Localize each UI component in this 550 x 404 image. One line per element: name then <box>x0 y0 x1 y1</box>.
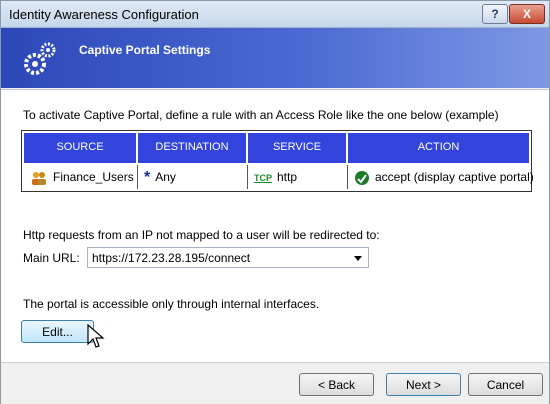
service-value: http <box>277 170 298 184</box>
portal-note: The portal is accessible only through in… <box>23 297 320 311</box>
action-value: accept (display captive portal) <box>375 170 534 184</box>
edit-button[interactable]: Edit... <box>21 320 94 343</box>
column-header-destination: DESTINATION <box>138 133 248 163</box>
rule-table: SOURCE DESTINATION SERVICE ACTION Financ… <box>21 130 534 192</box>
cancel-button[interactable]: Cancel <box>468 373 543 396</box>
help-button[interactable]: ? <box>482 4 508 24</box>
footer-bar: < Back Next > Cancel <box>1 362 549 404</box>
tcp-service-icon: TCP <box>254 172 272 183</box>
main-url-dropdown[interactable]: https://172.23.28.195/connect <box>87 247 369 268</box>
intro-text: To activate Captive Portal, define a rul… <box>23 108 499 122</box>
cell-source: Finance_Users <box>24 165 138 189</box>
user-group-icon <box>32 171 46 185</box>
close-button[interactable]: X <box>509 4 545 24</box>
chevron-down-icon[interactable] <box>354 256 362 261</box>
cell-destination: * Any <box>138 165 248 189</box>
cell-service: TCP http <box>248 165 348 189</box>
header-banner: Captive Portal Settings <box>1 28 549 88</box>
window-title: Identity Awareness Configuration <box>9 7 199 22</box>
redirect-text: Http requests from an IP not mapped to a… <box>23 228 380 242</box>
destination-value: Any <box>155 170 176 184</box>
column-header-service: SERVICE <box>248 133 348 163</box>
content-area: To activate Captive Portal, define a rul… <box>1 89 549 362</box>
title-bar: Identity Awareness Configuration ? X <box>1 1 549 28</box>
asterisk-icon: * <box>144 168 151 186</box>
dialog-window: Identity Awareness Configuration ? X Cap… <box>0 0 550 404</box>
column-header-action: ACTION <box>348 133 529 163</box>
next-button[interactable]: Next > <box>386 373 461 396</box>
accept-icon <box>355 170 369 185</box>
column-header-source: SOURCE <box>24 133 138 163</box>
gears-icon <box>24 42 56 75</box>
source-value: Finance_Users <box>53 170 134 184</box>
page-title: Captive Portal Settings <box>79 43 211 57</box>
main-url-label: Main URL: <box>23 251 80 265</box>
back-button[interactable]: < Back <box>299 373 374 396</box>
main-url-value: https://172.23.28.195/connect <box>92 251 251 265</box>
cell-action: accept (display captive portal) <box>348 165 534 189</box>
mouse-cursor-icon <box>87 324 105 348</box>
